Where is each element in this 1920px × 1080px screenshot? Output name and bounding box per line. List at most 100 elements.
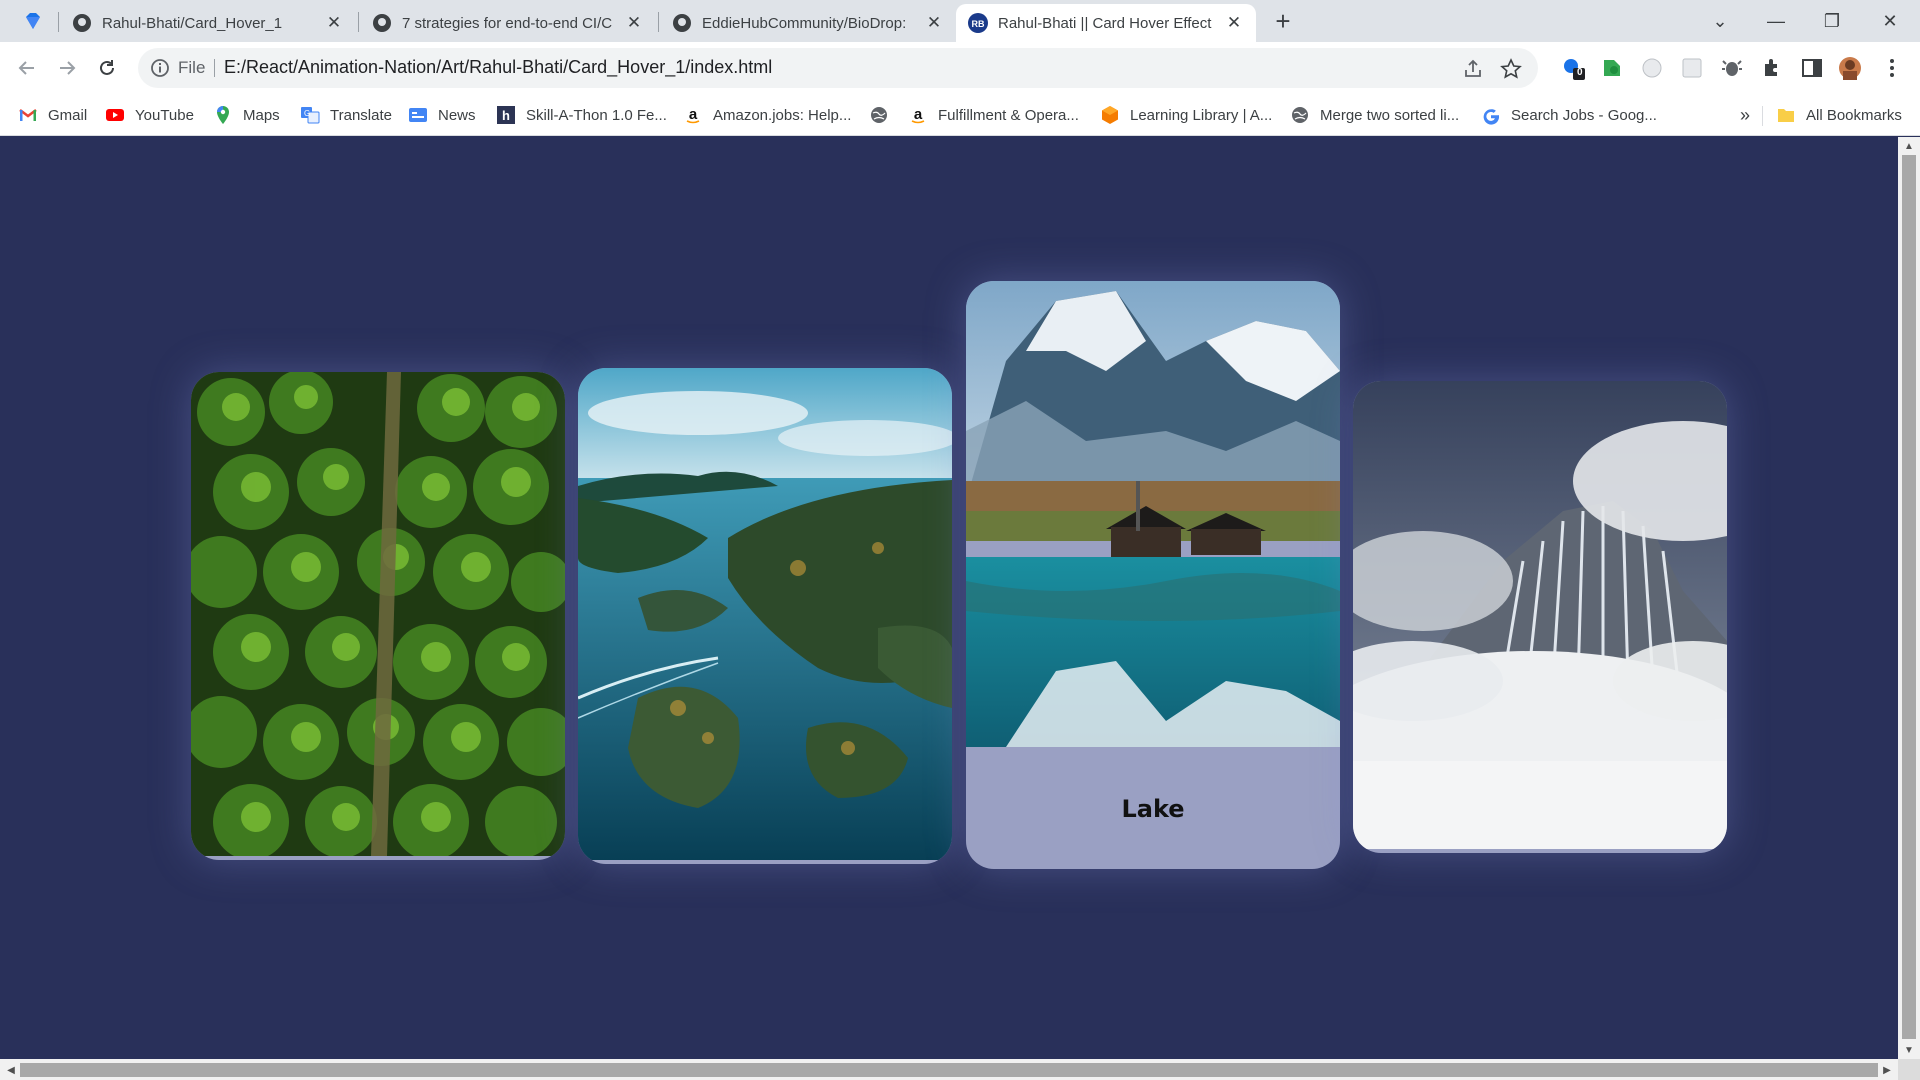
bookmarks-bar: Gmail YouTube Maps G Translate News h Sk… [0, 94, 1920, 136]
scroll-left-arrow-icon[interactable]: ◀ [0, 1061, 22, 1079]
back-button[interactable] [11, 52, 43, 84]
close-icon[interactable]: ✕ [924, 13, 944, 33]
info-icon[interactable] [150, 58, 170, 78]
close-window-button[interactable]: ✕ [1862, 0, 1918, 42]
card-islands[interactable] [578, 368, 952, 864]
bookmark-skill-a-thon[interactable]: h Skill-A-Thon 1.0 Fe... [496, 104, 667, 126]
close-icon[interactable]: ✕ [624, 13, 644, 33]
folder-icon [1778, 109, 1794, 122]
all-bookmarks-folder[interactable]: All Bookmarks [1776, 104, 1902, 126]
bookmark-label: News [438, 106, 476, 124]
reload-button[interactable] [91, 52, 123, 84]
github-icon [73, 14, 91, 32]
translate-icon: G [301, 107, 320, 124]
vertical-scrollbar[interactable]: ▲ ▼ [1898, 137, 1920, 1059]
kebab-menu-icon[interactable] [1880, 56, 1904, 80]
islands-photo [578, 368, 952, 860]
card-lake[interactable]: Lake [966, 281, 1340, 869]
svg-text:a: a [914, 106, 923, 123]
svg-text:G: G [304, 109, 310, 118]
card-caption: Lake [1121, 795, 1185, 823]
tab-title: EddieHubCommunity/BioDrop: [702, 14, 907, 32]
bookmark-learning-library[interactable]: Learning Library | A... [1100, 104, 1272, 126]
tab-title: Rahul-Bhati || Card Hover Effect [998, 14, 1212, 32]
tab-card-hover-effect[interactable]: RB Rahul-Bhati || Card Hover Effect ✕ [956, 4, 1256, 42]
restore-button[interactable]: ❐ [1804, 0, 1860, 42]
bookmark-label: Amazon.jobs: Help... [713, 106, 852, 124]
scroll-down-arrow-icon[interactable]: ▼ [1898, 1041, 1920, 1059]
google-icon [1483, 109, 1500, 125]
tab-ci-strategies[interactable]: 7 strategies for end-to-end CI/C ✕ [360, 4, 656, 42]
square-extension-icon[interactable] [1680, 56, 1704, 80]
globe-icon [871, 107, 887, 123]
bookmark-label: Gmail [48, 106, 88, 124]
svg-text:h: h [502, 108, 510, 123]
page-viewport: Lake [0, 137, 1898, 1059]
bookmark-gmail[interactable]: Gmail [18, 104, 87, 126]
bookmark-label: Merge two sorted li... [1320, 106, 1460, 124]
forward-button[interactable] [51, 52, 83, 84]
tab-title: Rahul-Bhati/Card_Hover_1 [102, 14, 283, 32]
bookmark-search-jobs[interactable]: Search Jobs - Goog... [1481, 104, 1657, 126]
new-tab-button[interactable]: + [1268, 6, 1298, 36]
bookmark-translate[interactable]: G Translate [300, 104, 392, 126]
minimize-button[interactable]: — [1748, 0, 1804, 42]
maps-pin-icon [217, 106, 229, 124]
arrow-right-icon [60, 61, 76, 75]
side-panel-icon[interactable] [1800, 56, 1824, 80]
url-text[interactable]: E:/React/Animation-Nation/Art/Rahul-Bhat… [224, 57, 772, 78]
bookmark-globe[interactable] [869, 104, 899, 126]
mountain-photo [1353, 381, 1727, 849]
news-icon [409, 108, 427, 122]
amazon-icon: a [686, 106, 700, 124]
arrow-left-icon [18, 61, 34, 75]
bookmark-amazon-jobs[interactable]: a Amazon.jobs: Help... [683, 104, 851, 126]
circle-extension-icon[interactable] [1640, 56, 1664, 80]
bookmark-label: YouTube [135, 106, 194, 124]
puzzle-extensions-icon[interactable] [1760, 56, 1784, 80]
star-icon[interactable] [1500, 58, 1522, 80]
profile-avatar[interactable] [1838, 56, 1862, 80]
close-icon[interactable]: ✕ [324, 13, 344, 33]
address-bar[interactable]: File E:/React/Animation-Nation/Art/Rahul… [138, 48, 1538, 88]
close-icon[interactable]: ✕ [1224, 13, 1244, 33]
card-forest[interactable] [191, 372, 565, 860]
bookmark-label: Fulfillment & Opera... [938, 106, 1079, 124]
vertical-scroll-thumb[interactable] [1902, 155, 1916, 1039]
github-icon [673, 14, 691, 32]
bookmark-youtube[interactable]: YouTube [105, 104, 194, 126]
bookmark-merge-sorted[interactable]: Merge two sorted li... [1290, 104, 1459, 126]
amazon-icon: a [911, 106, 925, 124]
rb-favicon-icon: RB [968, 13, 988, 33]
share-icon[interactable] [1462, 58, 1484, 80]
bookmark-label: Learning Library | A... [1130, 106, 1273, 124]
globe-icon [1292, 107, 1308, 123]
scrollbar-corner [1898, 1059, 1920, 1080]
tab-search-gem-icon[interactable] [22, 10, 44, 32]
hexagon-icon [1102, 106, 1118, 124]
horizontal-scrollbar[interactable]: ◀ ▶ [0, 1059, 1898, 1080]
tab-biodrop[interactable]: EddieHubCommunity/BioDrop: ✕ [660, 4, 956, 42]
scroll-right-arrow-icon[interactable]: ▶ [1876, 1061, 1898, 1079]
evernote-extension-icon[interactable] [1600, 56, 1624, 80]
browser-toolbar: File E:/React/Animation-Nation/Art/Rahul… [0, 42, 1920, 94]
tab-strip: Rahul-Bhati/Card_Hover_1 ✕ 7 strategies … [0, 0, 1920, 42]
bookmark-maps[interactable]: Maps [213, 104, 280, 126]
tab-card-hover-repo[interactable]: Rahul-Bhati/Card_Hover_1 ✕ [60, 4, 356, 42]
bookmark-label: Search Jobs - Goog... [1511, 106, 1657, 124]
bookmark-label: Translate [330, 106, 392, 124]
youtube-icon [106, 109, 124, 121]
tab-title: 7 strategies for end-to-end CI/C [402, 14, 613, 32]
tab-list-dropdown-icon[interactable]: ⌄ [1692, 0, 1748, 42]
card-mountain[interactable] [1353, 381, 1727, 853]
extension-badge-icon[interactable]: 0 [1562, 56, 1586, 80]
bookmark-fulfillment[interactable]: a Fulfillment & Opera... [908, 104, 1079, 126]
hackerearth-icon: h [497, 106, 515, 124]
bookmark-label: Skill-A-Thon 1.0 Fe... [526, 106, 667, 124]
bug-extension-icon[interactable] [1720, 56, 1744, 80]
svg-text:a: a [689, 106, 698, 123]
bookmark-news[interactable]: News [408, 104, 476, 126]
scroll-up-arrow-icon[interactable]: ▲ [1898, 137, 1920, 155]
horizontal-scroll-thumb[interactable] [20, 1063, 1878, 1077]
bookmarks-overflow-button[interactable]: » [1740, 104, 1750, 126]
